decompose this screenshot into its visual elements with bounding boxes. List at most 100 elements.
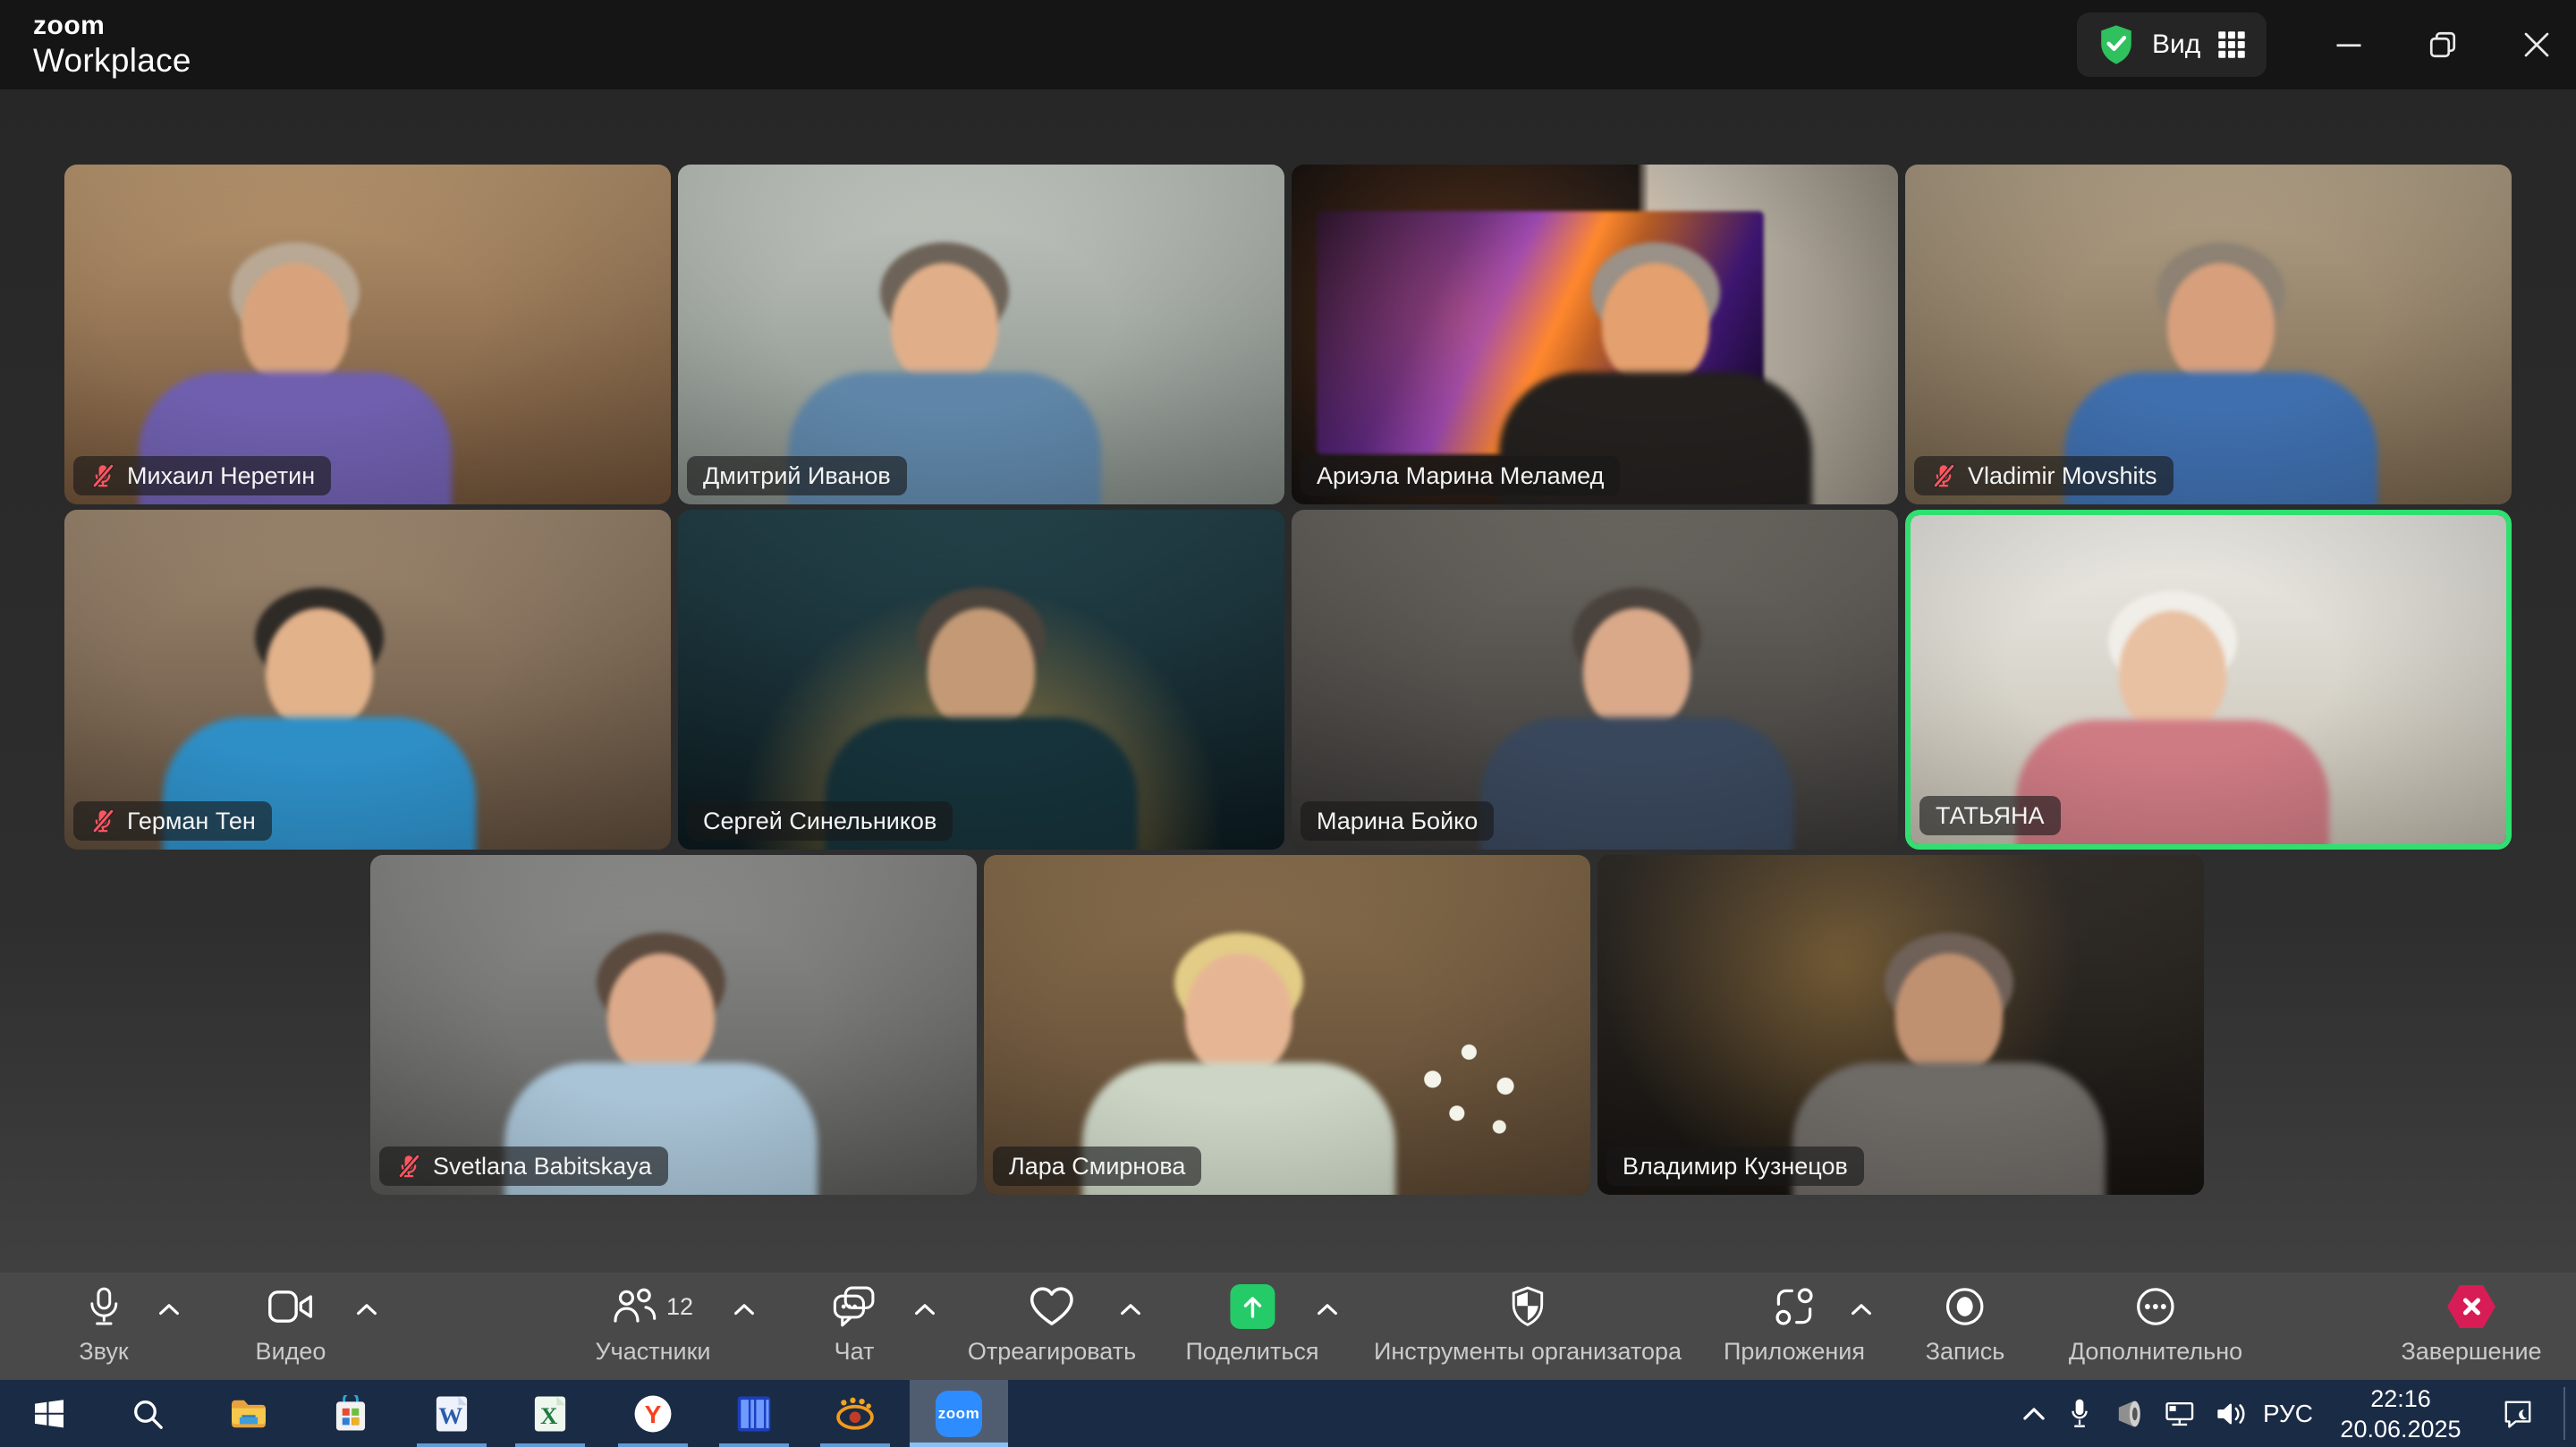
chat-icon	[833, 1283, 876, 1330]
participant-name-tag: Ариэла Марина Меламед	[1301, 456, 1620, 495]
video-button[interactable]: Видео	[256, 1283, 326, 1366]
audio-options-chevron[interactable]	[158, 1303, 180, 1316]
total-commander-button[interactable]	[705, 1380, 803, 1447]
tray-clock[interactable]: 22:16 20.06.2025	[2340, 1380, 2461, 1447]
tray-speaker-app-icon[interactable]	[2114, 1380, 2147, 1447]
chat-label: Чат	[835, 1338, 875, 1366]
video-tile-german-ten[interactable]: Герман Тен	[64, 510, 671, 850]
participant-name-tag: Дмитрий Иванов	[687, 456, 907, 495]
start-button[interactable]	[0, 1380, 98, 1447]
more-ellipsis-icon	[2135, 1283, 2176, 1330]
acdsee-button[interactable]	[806, 1380, 904, 1447]
chat-button[interactable]: Чат	[833, 1283, 876, 1366]
participant-name: Vladimir Movshits	[1968, 462, 2157, 490]
share-options-chevron[interactable]	[1317, 1303, 1338, 1316]
react-options-chevron[interactable]	[1120, 1303, 1141, 1316]
video-tile-lara-smirnova[interactable]: Лара Смирнова	[984, 855, 1590, 1195]
participant-name: ТАТЬЯНА	[1936, 802, 2045, 830]
zoom-app-icon: zoom	[936, 1391, 982, 1437]
video-feed	[370, 855, 977, 1195]
video-tile-svetlana-babitskaya[interactable]: Svetlana Babitskaya	[370, 855, 977, 1195]
share-screen-label: Поделиться	[1185, 1338, 1318, 1366]
share-screen-button[interactable]: Поделиться	[1185, 1283, 1318, 1366]
video-grid: Михаил Неретин Дмитрий Иванов Ариэла Мар…	[0, 89, 2576, 1273]
mic-muted-icon	[1930, 462, 1957, 489]
word-button[interactable]: W	[402, 1380, 501, 1447]
participant-name-tag: Svetlana Babitskaya	[379, 1147, 668, 1186]
minimize-button[interactable]	[2324, 20, 2374, 70]
video-label: Видео	[256, 1338, 326, 1366]
view-button[interactable]: Вид	[2077, 13, 2267, 77]
action-center-button[interactable]	[2502, 1380, 2534, 1447]
tray-volume-icon[interactable]	[2216, 1380, 2248, 1447]
search-button[interactable]	[98, 1380, 197, 1447]
tray-microphone-icon[interactable]	[2069, 1380, 2090, 1447]
participant-name-tag: Марина Бойко	[1301, 801, 1494, 841]
tray-date: 20.06.2025	[2340, 1414, 2461, 1444]
video-feed	[1292, 165, 1898, 504]
microsoft-store-button[interactable]	[301, 1380, 400, 1447]
participant-name: Марина Бойко	[1317, 808, 1478, 835]
leave-meeting-icon	[2447, 1285, 2496, 1328]
participant-name: Ариэла Марина Меламед	[1317, 462, 1604, 490]
svg-text:Y: Y	[645, 1400, 662, 1428]
participant-name-tag: Лара Смирнова	[993, 1147, 1201, 1186]
video-feed	[64, 165, 671, 504]
audio-button[interactable]: Звук	[79, 1283, 128, 1366]
more-label: Дополнительно	[2069, 1338, 2242, 1366]
close-button[interactable]	[2512, 20, 2562, 70]
word-icon: W	[434, 1394, 470, 1434]
file-explorer-button[interactable]	[199, 1380, 298, 1447]
svg-text:W: W	[438, 1402, 462, 1429]
total-commander-icon	[735, 1394, 773, 1434]
participant-name-tag: Vladimir Movshits	[1914, 456, 2174, 495]
yandex-browser-button[interactable]: Y	[604, 1380, 702, 1447]
participant-name: Лара Смирнова	[1009, 1153, 1185, 1180]
chat-options-chevron[interactable]	[914, 1303, 936, 1316]
microsoft-store-icon	[333, 1395, 369, 1433]
fireplace-tv	[1317, 211, 1764, 454]
video-feed	[678, 165, 1284, 504]
video-tile-vladimir-movshits[interactable]: Vladimir Movshits	[1905, 165, 2512, 504]
video-feed	[1905, 165, 2512, 504]
tray-language-indicator[interactable]: РУС	[2263, 1380, 2313, 1447]
show-desktop-divider[interactable]	[2563, 1387, 2565, 1440]
participants-button[interactable]: 12 Участники	[596, 1283, 711, 1366]
video-tile-vladimir-kuznetsov[interactable]: Владимир Кузнецов	[1597, 855, 2204, 1195]
record-button[interactable]: Запись	[1926, 1283, 2005, 1366]
video-tile-mikhail-neretin[interactable]: Михаил Неретин	[64, 165, 671, 504]
video-feed	[1292, 510, 1898, 850]
video-feed	[1911, 515, 2506, 844]
apps-options-chevron[interactable]	[1851, 1303, 1872, 1316]
tray-hidden-icons-chevron[interactable]	[2022, 1380, 2046, 1447]
more-button[interactable]: Дополнительно	[2069, 1283, 2242, 1366]
apps-button[interactable]: Приложения	[1724, 1283, 1865, 1366]
leave-meeting-button[interactable]: Завершение	[2401, 1283, 2541, 1366]
mic-muted-icon	[89, 462, 116, 489]
security-shield-icon	[2097, 23, 2136, 66]
host-tools-shield-icon	[1509, 1283, 1546, 1330]
video-tile-ariela-marina-melamed[interactable]: Ариэла Марина Меламед	[1292, 165, 1898, 504]
video-camera-icon	[268, 1283, 313, 1330]
video-tile-dmitriy-ivanov[interactable]: Дмитрий Иванов	[678, 165, 1284, 504]
video-tile-tatyana-active-speaker[interactable]: ТАТЬЯНА	[1905, 510, 2512, 850]
participants-options-chevron[interactable]	[733, 1303, 755, 1316]
tray-network-icon[interactable]	[2164, 1380, 2198, 1447]
react-label: Отреагировать	[968, 1338, 1136, 1366]
logo-line-workplace: Workplace	[33, 44, 191, 77]
zoom-app-button[interactable]: zoom	[910, 1380, 1008, 1447]
host-tools-button[interactable]: Инструменты организатора	[1374, 1283, 1682, 1366]
video-options-chevron[interactable]	[356, 1303, 377, 1316]
restore-button[interactable]	[2418, 20, 2468, 70]
participant-name: Сергей Синельников	[703, 808, 936, 835]
audio-label: Звук	[79, 1338, 128, 1366]
yandex-browser-icon: Y	[632, 1393, 674, 1434]
record-label: Запись	[1926, 1338, 2005, 1366]
mic-muted-icon	[395, 1153, 422, 1180]
participant-name: Михаил Неретин	[127, 462, 315, 490]
video-tile-sergey-sinelnikov[interactable]: Сергей Синельников	[678, 510, 1284, 850]
react-button[interactable]: Отреагировать	[968, 1283, 1136, 1366]
video-tile-marina-boyko[interactable]: Марина Бойко	[1292, 510, 1898, 850]
participants-label: Участники	[596, 1338, 711, 1366]
excel-button[interactable]: X	[501, 1380, 599, 1447]
